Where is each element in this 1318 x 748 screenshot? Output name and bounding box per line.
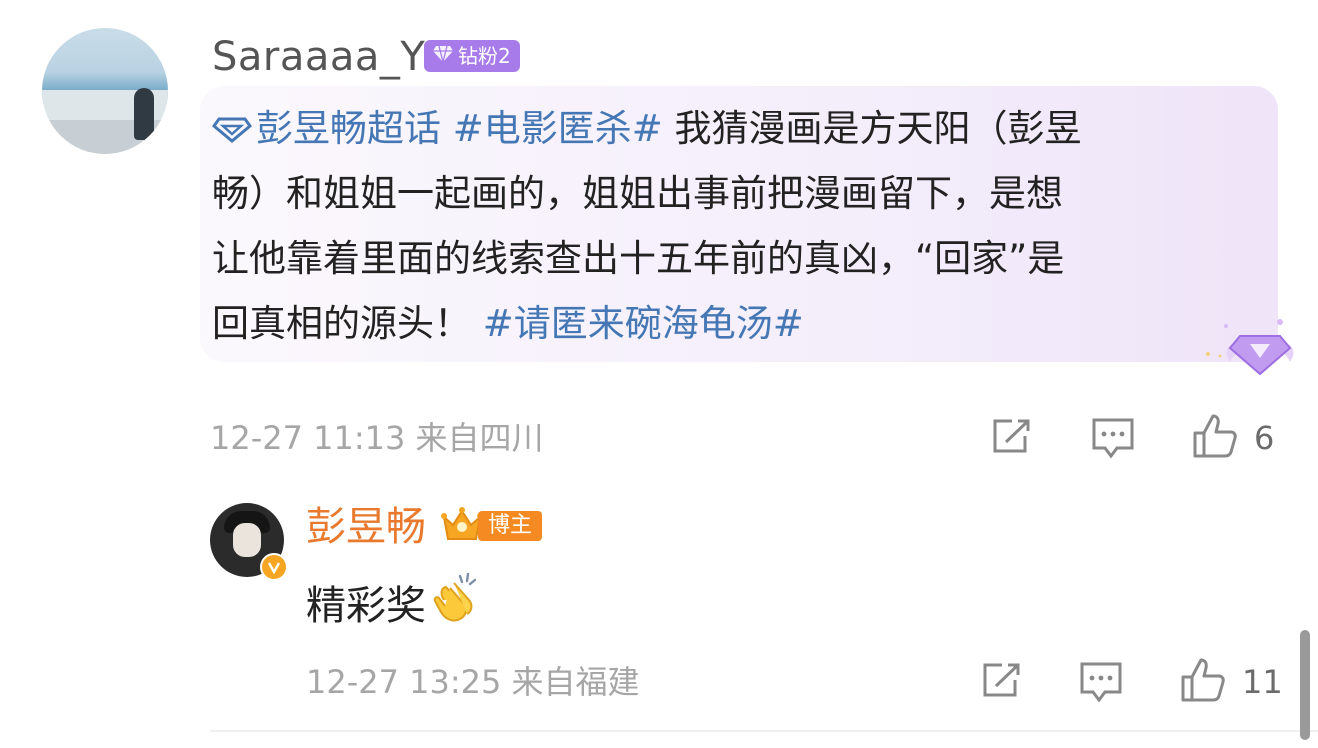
scrollbar[interactable] — [1300, 630, 1310, 740]
reply-username[interactable]: 彭昱畅 — [306, 502, 426, 552]
reply-text-container: 精彩奖 — [306, 570, 486, 641]
topic-link[interactable]: 彭昱畅超话 #电影匿杀# — [256, 107, 663, 150]
comment-line-3: 让他靠着里面的线索查出十五年前的真凶，“回家”是 — [212, 237, 1065, 280]
gem-decoration-icon — [1196, 314, 1296, 376]
reply-text: 精彩奖 — [306, 582, 426, 629]
comment-line-2: 畅）和姐姐一起画的，姐姐出事前把漫画留下，是想 — [212, 172, 1063, 215]
thumbs-up-icon — [1193, 414, 1237, 458]
comment-timestamp: 12-27 11:13 来自四川 — [210, 419, 544, 457]
reply-avatar[interactable] — [210, 503, 288, 581]
comment-text: 回真相的源头！ — [212, 302, 471, 345]
comment-line-4: 回真相的源头！ #请匿来碗海龟汤# — [212, 291, 804, 356]
host-badge-label: 博主 — [478, 511, 543, 541]
comment-text: 我猜漫画是方天阳（彭昱 — [662, 107, 1082, 150]
share-button[interactable] — [988, 416, 1034, 458]
reply-like-count: 11 — [1242, 663, 1283, 701]
like-count: 6 — [1254, 419, 1275, 457]
comment-button[interactable] — [1090, 416, 1136, 460]
like-button[interactable] — [1190, 412, 1240, 460]
reply-comment-button[interactable] — [1078, 660, 1124, 704]
avatar[interactable] — [42, 28, 168, 154]
share-icon — [983, 663, 1020, 697]
divider — [210, 730, 1318, 732]
comment-line-1: 彭昱畅超话 #电影匿杀# 我猜漫画是方天阳（彭昱 — [211, 96, 1082, 163]
comment-icon — [1092, 418, 1134, 459]
topic-link[interactable]: #请匿来碗海龟汤# — [483, 302, 804, 345]
fan-badge[interactable]: 钻粉2 — [424, 40, 520, 72]
fan-badge-label: 钻粉2 — [458, 44, 511, 68]
avatar-figure — [134, 88, 154, 140]
reply-timestamp: 12-27 13:25 来自福建 — [306, 663, 640, 701]
super-topic-icon[interactable] — [211, 98, 253, 163]
verified-icon — [260, 553, 288, 581]
clapping-hands-icon — [430, 570, 486, 641]
share-icon — [993, 419, 1030, 453]
reply-like-button[interactable] — [1178, 656, 1228, 704]
username[interactable]: Saraaaa_Y — [212, 32, 425, 82]
avatar-face — [233, 523, 261, 557]
reply-share-button[interactable] — [978, 660, 1024, 702]
comment-icon — [1080, 662, 1122, 703]
host-badge[interactable]: 博主 — [440, 506, 543, 546]
thumbs-up-icon — [1181, 658, 1225, 702]
diamond-icon — [432, 40, 454, 72]
